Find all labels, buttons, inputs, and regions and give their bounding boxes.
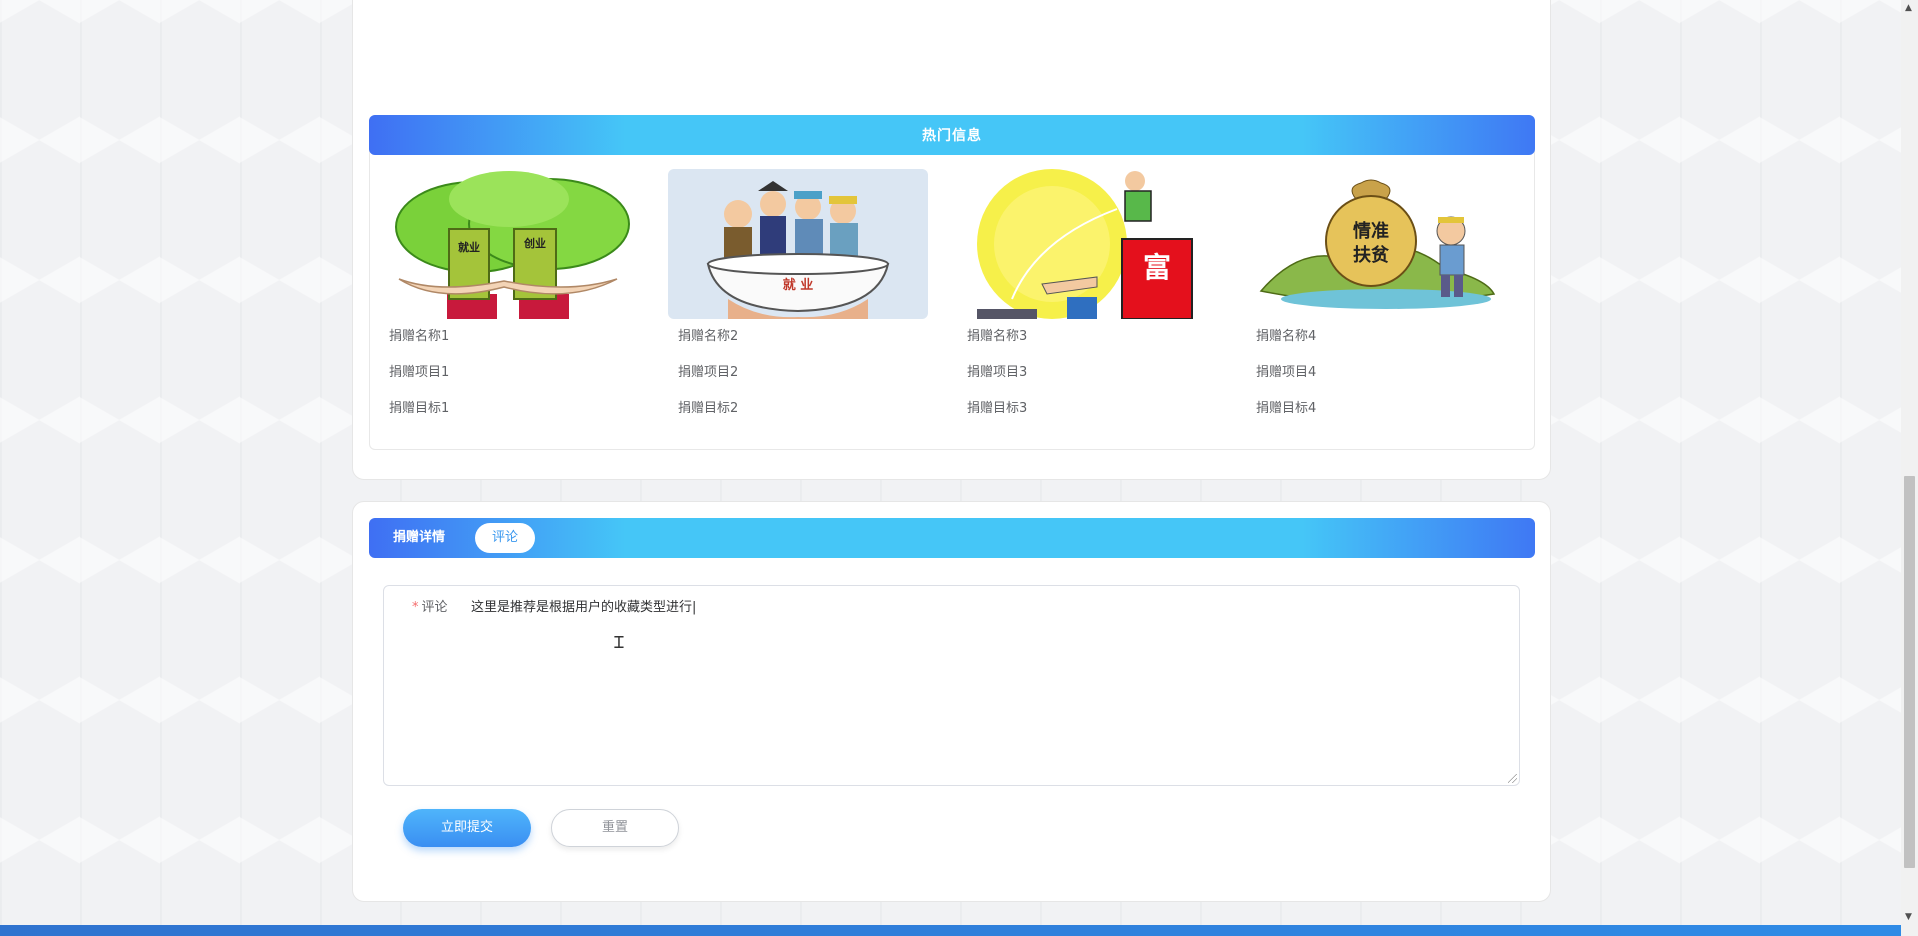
tab-comment[interactable]: 评论 xyxy=(475,523,535,553)
hot-item-image-rich[interactable]: 富 xyxy=(957,169,1217,319)
rich-label: 富 xyxy=(1143,251,1171,284)
scroll-up-arrow-icon[interactable]: ▲ xyxy=(1905,3,1912,13)
hot-item-image-poverty[interactable]: 情准 扶贫 xyxy=(1246,169,1506,319)
hot-item-goal: 捐赠目标3 xyxy=(967,401,1028,416)
hot-item[interactable]: 富 捐赠名称3 捐赠项目3 捐赠目标3 xyxy=(957,169,1217,427)
hot-item-project: 捐赠项目4 xyxy=(1256,365,1317,380)
vertical-scrollbar[interactable]: ▲ ▼ xyxy=(1901,0,1918,936)
hot-item-name: 捐赠名称1 xyxy=(389,329,450,344)
hot-item[interactable]: 就业 创业 捐赠名称1 捐赠项目1 捐赠目标1 xyxy=(379,169,639,427)
hot-item[interactable]: 就 业 捐赠名称2 捐赠项目2 捐赠目标2 xyxy=(668,169,928,427)
tree-left-label: 就业 xyxy=(458,240,480,254)
tab-bar: 捐赠详情 评论 xyxy=(369,518,1535,558)
resize-handle-icon[interactable] xyxy=(1508,774,1517,783)
hot-item[interactable]: 情准 扶贫 捐赠名称4 捐赠项目4 捐赠目标4 xyxy=(1246,169,1506,427)
submit-button[interactable]: 立即提交 xyxy=(403,809,531,847)
reset-button[interactable]: 重置 xyxy=(551,809,679,847)
comment-textarea[interactable]: * 评论 这里是推荐是根据用户的收藏类型进行| xyxy=(383,585,1520,786)
hot-info-title: 热门信息 xyxy=(369,115,1535,155)
required-mark: * xyxy=(412,600,419,615)
scrollbar-thumb[interactable] xyxy=(1904,476,1915,868)
hot-item-name: 捐赠名称3 xyxy=(967,329,1028,344)
bag-bottom-label: 扶贫 xyxy=(1353,244,1390,266)
comment-label: * 评论 xyxy=(412,596,448,615)
hot-item-goal: 捐赠目标1 xyxy=(389,401,450,416)
hot-item-image-bowl[interactable]: 就 业 xyxy=(668,169,928,319)
comment-value: 这里是推荐是根据用户的收藏类型进行| xyxy=(471,600,697,615)
bag-top-label: 情准 xyxy=(1353,220,1389,242)
hot-item-goal: 捐赠目标2 xyxy=(678,401,739,416)
hot-item-name: 捐赠名称2 xyxy=(678,329,739,344)
tab-donation-detail[interactable]: 捐赠详情 xyxy=(393,523,445,553)
hot-item-name: 捐赠名称4 xyxy=(1256,329,1317,344)
hot-item-goal: 捐赠目标4 xyxy=(1256,401,1317,416)
detail-card: 捐赠详情 评论 * 评论 这里是推荐是根据用户的收藏类型进行| 立即提交 重置 xyxy=(352,501,1551,902)
hot-info-card: 热门信息 就业 创业 捐赠名称1 捐赠项目1 捐赠目标1 就 业 捐赠名称2 捐… xyxy=(352,0,1551,480)
hot-item-project: 捐赠项目1 xyxy=(389,365,450,380)
hot-item-project: 捐赠项目3 xyxy=(967,365,1028,380)
bowl-label: 就 业 xyxy=(783,277,814,293)
footer-bar xyxy=(0,925,1901,936)
scroll-down-arrow-icon[interactable]: ▼ xyxy=(1905,912,1912,922)
tree-right-label: 创业 xyxy=(523,236,546,250)
comment-label-text: 评论 xyxy=(421,600,448,615)
hot-item-project: 捐赠项目2 xyxy=(678,365,739,380)
text-cursor-icon: Ꮖ xyxy=(614,633,625,652)
hot-item-image-trees[interactable]: 就业 创业 xyxy=(379,169,639,319)
